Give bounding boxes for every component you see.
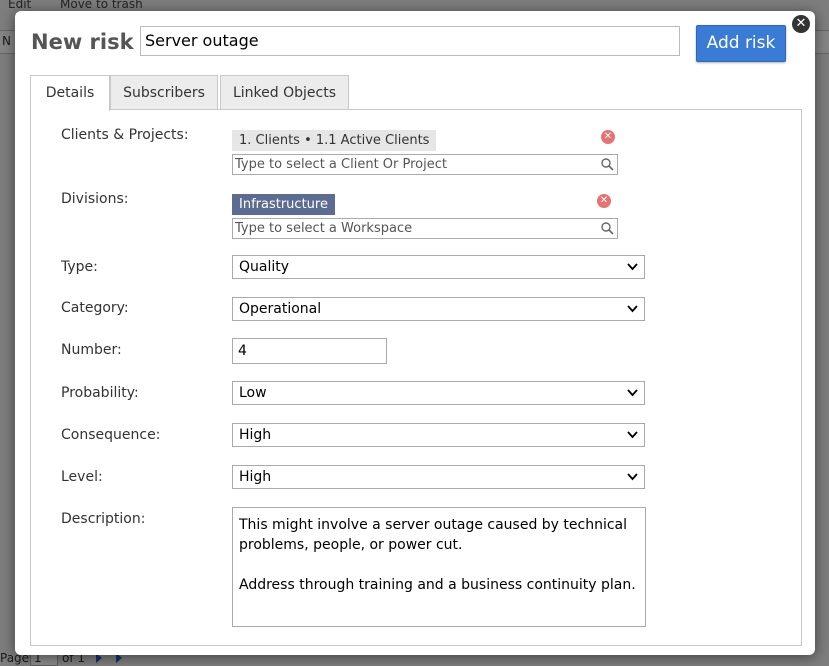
type-select[interactable]: Quality: [232, 255, 645, 279]
chevron-down-icon: [627, 431, 638, 439]
close-icon[interactable]: ✕: [792, 15, 810, 33]
consequence-select[interactable]: High: [232, 423, 645, 447]
category-label: Category:: [61, 300, 129, 316]
number-input[interactable]: 4: [232, 338, 387, 364]
probability-select[interactable]: Low: [232, 381, 645, 405]
type-label: Type:: [61, 259, 98, 275]
risk-name-input[interactable]: Server outage: [140, 26, 680, 56]
details-panel: Clients & Projects: 1. Clients • 1.1 Act…: [30, 109, 802, 646]
remove-division-icon[interactable]: ✕: [597, 194, 611, 208]
consequence-label: Consequence:: [61, 427, 161, 443]
probability-label: Probability:: [61, 385, 139, 401]
tab-linked-objects[interactable]: Linked Objects: [220, 75, 349, 110]
chevron-down-icon: [627, 389, 638, 397]
add-risk-button[interactable]: Add risk: [696, 25, 786, 62]
clients-projects-label: Clients & Projects:: [61, 127, 189, 143]
tab-details[interactable]: Details: [30, 75, 110, 111]
level-select[interactable]: High: [232, 465, 645, 489]
description-textarea[interactable]: This might involve a server outage cause…: [232, 507, 646, 627]
client-project-search-input[interactable]: Type to select a Client Or Project: [232, 154, 618, 175]
description-label: Description:: [61, 511, 146, 527]
client-project-chip: 1. Clients • 1.1 Active Clients: [232, 130, 437, 151]
chevron-down-icon: [627, 263, 638, 271]
remove-client-project-icon[interactable]: ✕: [601, 130, 615, 144]
dialog-title: New risk: [31, 30, 134, 54]
tab-subscribers[interactable]: Subscribers: [110, 75, 218, 110]
level-label: Level:: [61, 469, 103, 485]
workspace-search-input[interactable]: Type to select a Workspace: [232, 218, 618, 239]
chevron-down-icon: [627, 305, 638, 313]
search-icon: [601, 158, 614, 171]
category-select[interactable]: Operational: [232, 297, 645, 321]
search-icon: [601, 222, 614, 235]
chevron-down-icon: [627, 473, 638, 481]
number-label: Number:: [61, 342, 122, 358]
division-chip: Infrastructure: [232, 194, 335, 215]
new-risk-dialog: New risk Server outage Add risk Details …: [15, 11, 815, 655]
risk-name-value: Server outage: [145, 31, 259, 50]
divisions-label: Divisions:: [61, 191, 129, 207]
